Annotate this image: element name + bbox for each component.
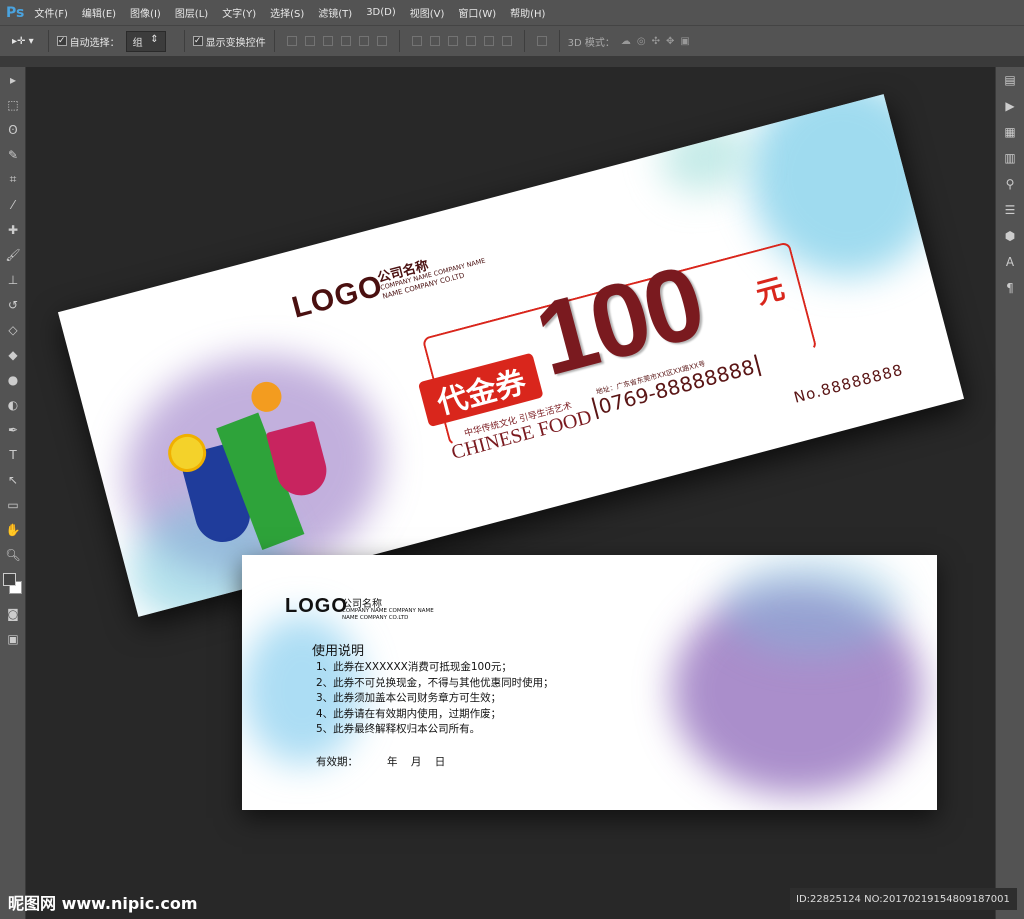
menu-file[interactable]: 文件(F) (34, 5, 68, 20)
hand-tool-icon[interactable]: ✋ (0, 517, 26, 542)
validity-date: 年 月 日 (387, 756, 446, 768)
auto-select-value: 组 (132, 37, 143, 49)
info-panel-icon[interactable]: ▦ (996, 119, 1024, 145)
rule-item: 2、此券不可兑换现金，不得与其他优惠同时使用； (316, 676, 554, 689)
rules-list: 1、此券在XXXXXX消费可抵现金100元； 2、此券不可兑换现金，不得与其他优… (316, 660, 554, 738)
marquee-tool-icon[interactable]: ⬚ (0, 92, 26, 117)
menu-bar: Ps 文件(F) 编辑(E) 图像(I) 图层(L) 文字(Y) 选择(S) 滤… (0, 0, 1024, 25)
show-transform-checkbox[interactable]: ✓ (192, 36, 203, 46)
back-logo: LOGO (285, 595, 348, 617)
voucher-front: LOGO 公司名称 COMPANY NAME COMPANY NAME NAME… (57, 93, 965, 617)
menu-filter[interactable]: 滤镜(T) (318, 5, 352, 20)
auto-select-dropdown[interactable]: 组 ⇕ (125, 30, 166, 52)
quick-select-tool-icon[interactable]: ✎ (0, 142, 26, 167)
menu-edit[interactable]: 编辑(E) (82, 5, 116, 20)
shape-tool-icon[interactable]: ▭ (0, 492, 26, 517)
right-panel-dock: ▤ ▶ ▦ ▥ ⚲ ☰ ⬢ A ¶ (995, 67, 1024, 919)
distribute-vcenter-icon[interactable] (429, 36, 440, 46)
history-brush-icon[interactable]: ↺ (0, 292, 26, 317)
type-tool-icon[interactable]: T (0, 442, 26, 467)
watermark-site: 昵图网 www.nipic.com (8, 894, 198, 913)
eraser-tool-icon[interactable]: ◇ (0, 317, 26, 342)
rule-item: 5、此券最终解释权归本公司所有。 (316, 723, 481, 735)
pen-tool-icon[interactable]: ✒ (0, 417, 26, 442)
paragraph-panel-icon[interactable]: ¶ (996, 275, 1024, 301)
align-left-icon[interactable] (340, 36, 351, 46)
auto-select-label: 自动选择： (69, 37, 120, 49)
character-panel-icon[interactable]: A (996, 249, 1024, 275)
color-swatches-icon[interactable] (0, 567, 26, 601)
rule-item: 4、此券请在有效期内使用，过期作废； (316, 707, 502, 720)
voucher-back: LOGO 公司名称 COMPANY NAME COMPANY NAME NAME… (242, 555, 937, 810)
brush-panel-icon[interactable]: ⚲ (996, 171, 1024, 197)
align-bottom-icon[interactable] (322, 36, 333, 46)
auto-select-checkbox[interactable]: ✓ (56, 36, 67, 46)
adjustments-panel-icon[interactable]: ☰ (996, 197, 1024, 223)
serial-number: No.88888888 (791, 360, 906, 407)
auto-align-icon[interactable] (536, 36, 547, 46)
brush-tool-icon[interactable]: 🖌︎ (0, 242, 26, 267)
menu-window[interactable]: 窗口(W) (458, 5, 496, 20)
actions-panel-icon[interactable]: ▶ (996, 93, 1024, 119)
front-logo: LOGO (288, 268, 387, 325)
align-right-icon[interactable] (376, 36, 387, 46)
back-company-en2: NAME COMPANY CO.LTD (342, 615, 409, 621)
tools-panel: ▸ ⬚ ʘ ✎ ⌗ ⁄ ✚ 🖌︎ ⊥ ↺ ◇ ◆ ● ◐ ✒ T ↖ ▭ ✋ 🔍… (0, 67, 26, 919)
quick-mask-icon[interactable]: ◙ (0, 601, 26, 626)
dodge-tool-icon[interactable]: ◐ (0, 392, 26, 417)
healing-tool-icon[interactable]: ✚ (0, 217, 26, 242)
align-vcenter-icon[interactable] (304, 36, 315, 46)
path-select-icon[interactable]: ↖ (0, 467, 26, 492)
zoom-tool-icon[interactable]: 🔍︎ (0, 542, 26, 567)
eyedropper-tool-icon[interactable]: ⁄ (0, 192, 26, 217)
menu-view[interactable]: 视图(V) (410, 5, 445, 20)
instructions-title: 使用说明 (312, 644, 365, 659)
menu-3d[interactable]: 3D(D) (366, 7, 396, 18)
distribute-right-icon[interactable] (501, 36, 512, 46)
align-hcenter-icon[interactable] (358, 36, 369, 46)
photoshop-logo: Ps (6, 4, 25, 21)
align-top-icon[interactable] (286, 36, 297, 46)
panel-strip (0, 57, 1024, 67)
lasso-tool-icon[interactable]: ʘ (0, 117, 26, 142)
menu-help[interactable]: 帮助(H) (510, 5, 545, 20)
3d-mode-icons[interactable]: ☁◎✣✥▣ (621, 36, 696, 47)
rule-item: 3、此券须加盖本公司财务章方可生效； (316, 692, 502, 704)
menu-type[interactable]: 文字(Y) (222, 5, 256, 20)
3d-panel-icon[interactable]: ⬢ (996, 223, 1024, 249)
stamp-tool-icon[interactable]: ⊥ (0, 267, 26, 292)
menu-layer[interactable]: 图层(L) (175, 5, 208, 20)
layers-panel-icon[interactable]: ▥ (996, 145, 1024, 171)
watermark-id: ID:22825124 NO:20170219154809187001 (790, 888, 1017, 910)
blur-tool-icon[interactable]: ● (0, 367, 26, 392)
rule-item: 1、此券在XXXXXX消费可抵现金100元； (316, 661, 512, 673)
3d-mode-label: 3D 模式： (567, 37, 615, 49)
move-tool-icon[interactable]: ▸✛ ▾ (12, 36, 34, 47)
validity-label: 有效期： (316, 756, 358, 768)
options-bar: ▸✛ ▾ ✓ 自动选择： 组 ⇕ ✓ 显示变换控件 3D 模式： ☁◎✣✥▣ (0, 25, 1024, 57)
distribute-left-icon[interactable] (465, 36, 476, 46)
distribute-bottom-icon[interactable] (447, 36, 458, 46)
paint-bucket-icon[interactable]: ◆ (0, 342, 26, 367)
menu-select[interactable]: 选择(S) (270, 5, 304, 20)
distribute-hcenter-icon[interactable] (483, 36, 494, 46)
distribute-top-icon[interactable] (411, 36, 422, 46)
move-tool-icon[interactable]: ▸ (0, 67, 26, 92)
history-panel-icon[interactable]: ▤ (996, 67, 1024, 93)
screen-mode-icon[interactable]: ▣ (0, 626, 26, 651)
show-transform-label: 显示变换控件 (205, 37, 266, 49)
back-company-en1: COMPANY NAME COMPANY NAME (342, 608, 434, 614)
menu-image[interactable]: 图像(I) (130, 5, 161, 20)
crop-tool-icon[interactable]: ⌗ (0, 167, 26, 192)
